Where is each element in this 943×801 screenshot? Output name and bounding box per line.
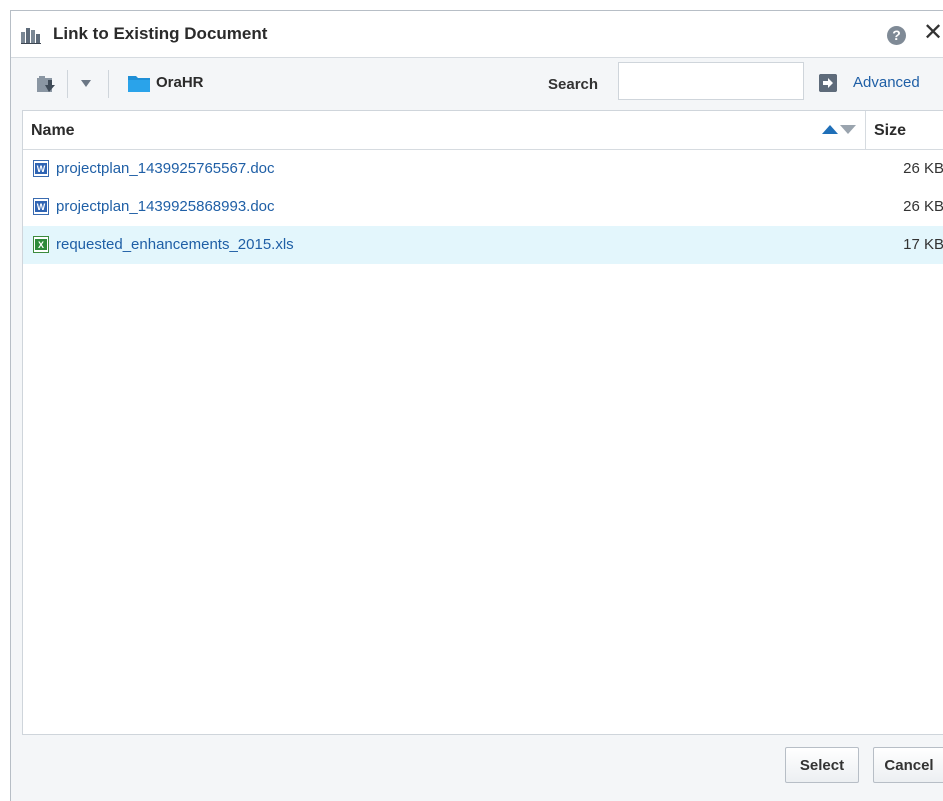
advanced-search-link[interactable]: Advanced (853, 74, 920, 91)
column-divider[interactable] (865, 111, 866, 149)
current-folder-label[interactable]: OraHR (156, 74, 204, 91)
cancel-button[interactable]: Cancel (873, 747, 943, 783)
table-header: Name Size (23, 111, 943, 150)
search-input[interactable] (618, 62, 804, 100)
chevron-down-icon[interactable] (81, 80, 91, 87)
link-document-dialog: Link to Existing Document ? ✕ OraHR Sear… (10, 10, 943, 801)
folder-icon (128, 76, 150, 92)
file-name-link[interactable]: projectplan_1439925868993.doc (56, 198, 275, 215)
table-row[interactable]: W projectplan_1439925765567.doc 26 KB (23, 150, 943, 188)
file-size: 26 KB (903, 160, 943, 177)
excel-xls-icon: X (33, 236, 49, 253)
search-label: Search (548, 76, 599, 93)
file-name-link[interactable]: projectplan_1439925765567.doc (56, 160, 275, 177)
close-icon[interactable]: ✕ (923, 21, 943, 45)
sort-ascending-icon[interactable] (822, 125, 838, 134)
svg-text:W: W (37, 202, 46, 212)
word-doc-icon: W (33, 198, 49, 215)
column-header-size[interactable]: Size (874, 122, 906, 140)
search-go-icon[interactable] (819, 74, 837, 92)
table-body: W projectplan_1439925765567.doc 26 KB W … (23, 150, 943, 264)
sort-descending-icon[interactable] (840, 125, 856, 134)
file-table: Name Size W projectplan_1439925765567.do… (22, 110, 943, 735)
word-doc-icon: W (33, 160, 49, 177)
svg-text:W: W (37, 164, 46, 174)
toolbar-separator (108, 70, 109, 98)
select-button[interactable]: Select (785, 747, 859, 783)
toolbar-separator (67, 70, 68, 98)
table-row[interactable]: W projectplan_1439925868993.doc 26 KB (23, 188, 943, 226)
table-row-selected[interactable]: X requested_enhancements_2015.xls 17 KB (23, 226, 943, 264)
dialog-titlebar: Link to Existing Document ? ✕ (11, 11, 943, 58)
dialog-title: Link to Existing Document (53, 24, 268, 43)
folder-up-icon[interactable] (37, 74, 59, 94)
help-icon[interactable]: ? (887, 26, 906, 45)
column-header-name[interactable]: Name (31, 122, 75, 140)
library-icon (21, 28, 41, 44)
file-size: 17 KB (903, 236, 943, 253)
svg-text:X: X (38, 240, 44, 250)
file-size: 26 KB (903, 198, 943, 215)
file-name-link[interactable]: requested_enhancements_2015.xls (56, 236, 294, 253)
toolbar: OraHR Search Advanced (11, 58, 943, 110)
